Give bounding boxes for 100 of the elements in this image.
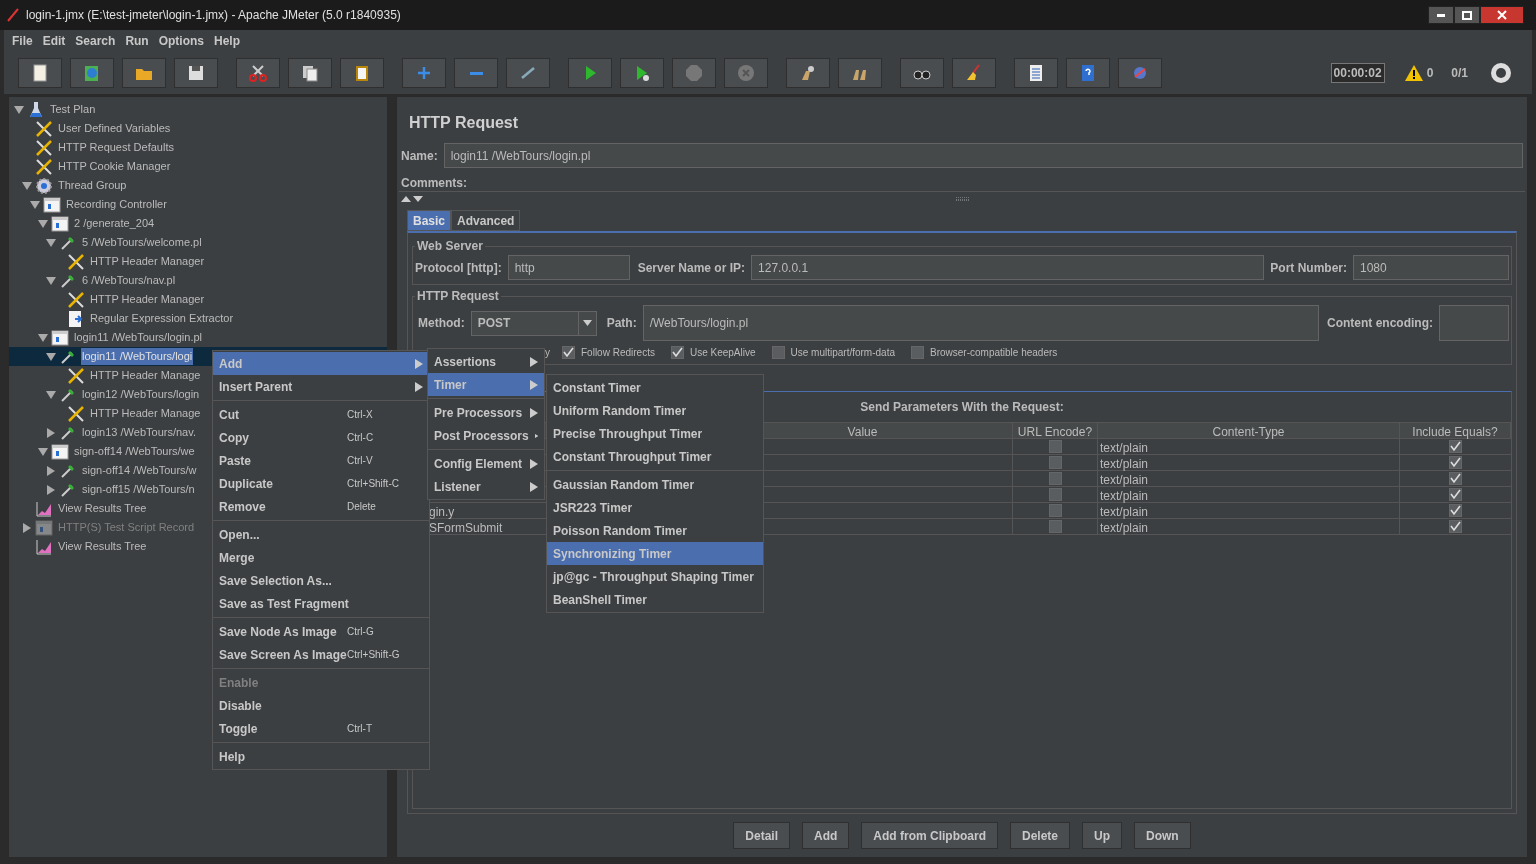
toolbar-button[interactable] — [620, 58, 664, 88]
action-button[interactable]: Add — [802, 822, 850, 849]
checkbox[interactable] — [1048, 472, 1062, 485]
menu-item[interactable]: Uniform Random Timer — [547, 399, 763, 422]
menu-item[interactable]: Duplicate Ctrl+Shift-C — [213, 472, 429, 495]
menu-item[interactable]: Insert Parent — [213, 375, 429, 398]
toolbar-button[interactable] — [568, 58, 612, 88]
collapse-toggle-icon[interactable] — [46, 237, 56, 248]
checkbox[interactable] — [1048, 520, 1062, 533]
tree-item[interactable]: HTTP Header Manager — [89, 291, 206, 308]
menu-item[interactable]: Save as Test Fragment — [213, 592, 429, 615]
action-button[interactable]: Detail — [733, 822, 790, 849]
expand-toggle-icon[interactable] — [46, 427, 56, 438]
menu-item[interactable]: Timer — [428, 373, 544, 396]
tree-item[interactable]: 6 /WebTours/nav.pl — [81, 272, 177, 289]
checkbox[interactable] — [1449, 504, 1462, 517]
expand-toggle-icon[interactable] — [46, 484, 56, 495]
toolbar-button[interactable] — [340, 58, 384, 88]
name-field[interactable]: login11 /WebTours/login.pl — [443, 143, 1523, 168]
checkbox[interactable] — [1449, 456, 1462, 469]
menu-item[interactable]: Save Node As Image Ctrl-G — [213, 620, 429, 643]
checkbox[interactable] — [1449, 472, 1462, 485]
tree-item[interactable]: Test Plan — [49, 101, 97, 118]
checkbox[interactable] — [1449, 520, 1462, 533]
collapse-toggle-icon[interactable] — [38, 332, 48, 343]
splitter-grip-icon[interactable] — [956, 197, 970, 201]
port-field[interactable]: 1080 — [1353, 255, 1509, 280]
encoding-field[interactable] — [1439, 305, 1509, 341]
protocol-field[interactable]: http — [507, 255, 630, 280]
menu-item[interactable]: Listener — [428, 475, 544, 498]
collapse-toggle-icon[interactable] — [46, 275, 56, 286]
collapse-toggle-icon[interactable] — [38, 218, 48, 229]
tree-item[interactable]: sign-off14 /WebTours/we — [73, 443, 196, 460]
maximize-button[interactable] — [1454, 6, 1480, 24]
tree-item[interactable]: User Defined Variables — [57, 120, 172, 137]
tree-item[interactable]: Recording Controller — [65, 196, 168, 213]
tree-item[interactable]: Regular Expression Extractor — [89, 310, 235, 327]
menu-item[interactable]: Save Screen As ImageCtrl+Shift-G — [213, 643, 429, 666]
menu-title[interactable]: Edit — [42, 32, 66, 50]
expand-toggle-icon[interactable] — [46, 465, 56, 476]
method-dropdown[interactable]: POST — [470, 310, 597, 336]
toolbar-button[interactable] — [786, 58, 830, 88]
minimize-button[interactable] — [1428, 6, 1454, 24]
tree-item[interactable]: HTTP Header Manage — [89, 367, 202, 384]
menu-item[interactable]: Poisson Random Timer — [547, 519, 763, 542]
menu-item[interactable]: Open... — [213, 523, 429, 546]
menu-title[interactable]: File — [12, 32, 33, 50]
tree-item[interactable]: View Results Tree — [57, 538, 148, 555]
tree-item[interactable]: HTTP Request Defaults — [57, 139, 175, 156]
toolbar-button[interactable] — [174, 58, 218, 88]
menu-title[interactable]: Search — [75, 32, 116, 50]
checkbox[interactable] — [1048, 440, 1062, 453]
tab[interactable]: Advanced — [451, 210, 521, 231]
menu-item[interactable]: Remove Delete — [213, 495, 429, 518]
tree-item[interactable]: login11 /WebTours/login.pl — [73, 329, 203, 346]
action-button[interactable]: Delete — [1010, 822, 1070, 849]
menu-item[interactable]: Synchronizing Timer — [547, 542, 763, 565]
tree-item[interactable]: Thread Group — [57, 177, 128, 194]
checkbox[interactable] — [1048, 488, 1062, 501]
checkbox[interactable] — [1449, 440, 1462, 453]
menu-item[interactable]: BeanShell Timer — [547, 588, 763, 611]
collapse-toggle-icon[interactable] — [30, 199, 40, 210]
tree-item[interactable]: HTTP Header Manager — [89, 253, 206, 270]
action-button[interactable]: Add from Clipboard — [861, 822, 998, 849]
menu-item[interactable]: Post Processors — [428, 424, 544, 447]
checkbox[interactable] — [670, 346, 684, 359]
menu-item[interactable]: Cut Ctrl-X — [213, 403, 429, 426]
collapse-toggle-icon[interactable] — [46, 351, 56, 362]
collapse-toggle-icon[interactable] — [14, 104, 24, 115]
tree-item[interactable]: 2 /generate_204 — [73, 215, 156, 232]
checkbox[interactable] — [1048, 504, 1062, 517]
menu-item[interactable]: Add — [213, 352, 429, 375]
tree-item[interactable]: sign-off15 /WebTours/n — [81, 481, 196, 498]
toolbar-button[interactable] — [236, 58, 280, 88]
tree-item[interactable]: login11 /WebTours/logi — [81, 348, 194, 365]
checkbox[interactable] — [1048, 456, 1062, 469]
toolbar-button[interactable] — [838, 58, 882, 88]
collapse-toggle-icon[interactable] — [46, 389, 56, 400]
collapse-arrows-icon[interactable] — [401, 196, 425, 202]
toolbar-button[interactable] — [288, 58, 332, 88]
menu-item[interactable]: Copy Ctrl-C — [213, 426, 429, 449]
menu-item[interactable]: Constant Timer — [547, 376, 763, 399]
toolbar-button[interactable] — [952, 58, 996, 88]
tree-item[interactable]: sign-off14 /WebTours/w — [81, 462, 198, 479]
column-header[interactable]: URL Encode? — [1013, 423, 1098, 438]
collapse-toggle-icon[interactable] — [38, 446, 48, 457]
menu-item[interactable]: Config Element — [428, 452, 544, 475]
column-header[interactable]: Content-Type — [1098, 423, 1400, 438]
tree-item[interactable]: login13 /WebTours/nav. — [81, 424, 197, 441]
toolbar-button[interactable] — [122, 58, 166, 88]
toolbar-button[interactable] — [900, 58, 944, 88]
server-field[interactable]: 127.0.0.1 — [751, 255, 1265, 280]
toolbar-button[interactable] — [1014, 58, 1058, 88]
tree-item[interactable]: View Results Tree — [57, 500, 148, 517]
column-header[interactable]: Include Equals? — [1400, 423, 1511, 438]
menu-item[interactable]: Save Selection As... — [213, 569, 429, 592]
checkbox[interactable] — [562, 346, 575, 359]
collapse-toggle-icon[interactable] — [22, 180, 32, 191]
toolbar-button[interactable] — [18, 58, 62, 88]
menu-item[interactable]: Gaussian Random Timer — [547, 473, 763, 496]
